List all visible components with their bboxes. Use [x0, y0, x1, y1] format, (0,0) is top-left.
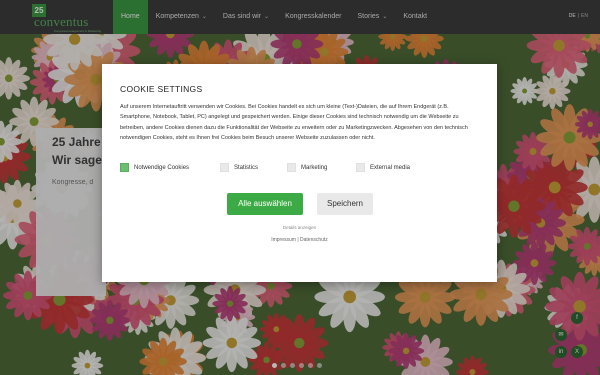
save-button[interactable]: Speichern — [317, 193, 373, 215]
link-separator: | — [297, 237, 299, 243]
cookie-settings-dialog: COOKIE SETTINGS Auf unserem Internetauft… — [102, 64, 497, 282]
cookie-options: Notwendige Cookies Statistics Marketing … — [120, 163, 456, 172]
checkbox[interactable] — [220, 163, 229, 172]
legal-links: Impressum | Datenschutz — [102, 237, 497, 243]
option-necessary[interactable]: Notwendige Cookies — [120, 163, 220, 172]
accept-all-button[interactable]: Alle auswählen — [227, 193, 303, 215]
option-external-media[interactable]: External media — [356, 163, 456, 172]
datenschutz-link[interactable]: Datenschutz — [300, 237, 328, 243]
checkbox[interactable] — [356, 163, 365, 172]
impressum-link[interactable]: Impressum — [271, 237, 296, 243]
checkbox[interactable] — [287, 163, 296, 172]
option-marketing[interactable]: Marketing — [287, 163, 356, 172]
checkbox-checked[interactable] — [120, 163, 129, 172]
dialog-description: Auf unserem Internetauftritt verwenden w… — [120, 104, 468, 142]
dialog-title: COOKIE SETTINGS — [120, 84, 203, 94]
show-details-link[interactable]: Details anzeigen — [102, 225, 497, 230]
option-statistics[interactable]: Statistics — [220, 163, 287, 172]
